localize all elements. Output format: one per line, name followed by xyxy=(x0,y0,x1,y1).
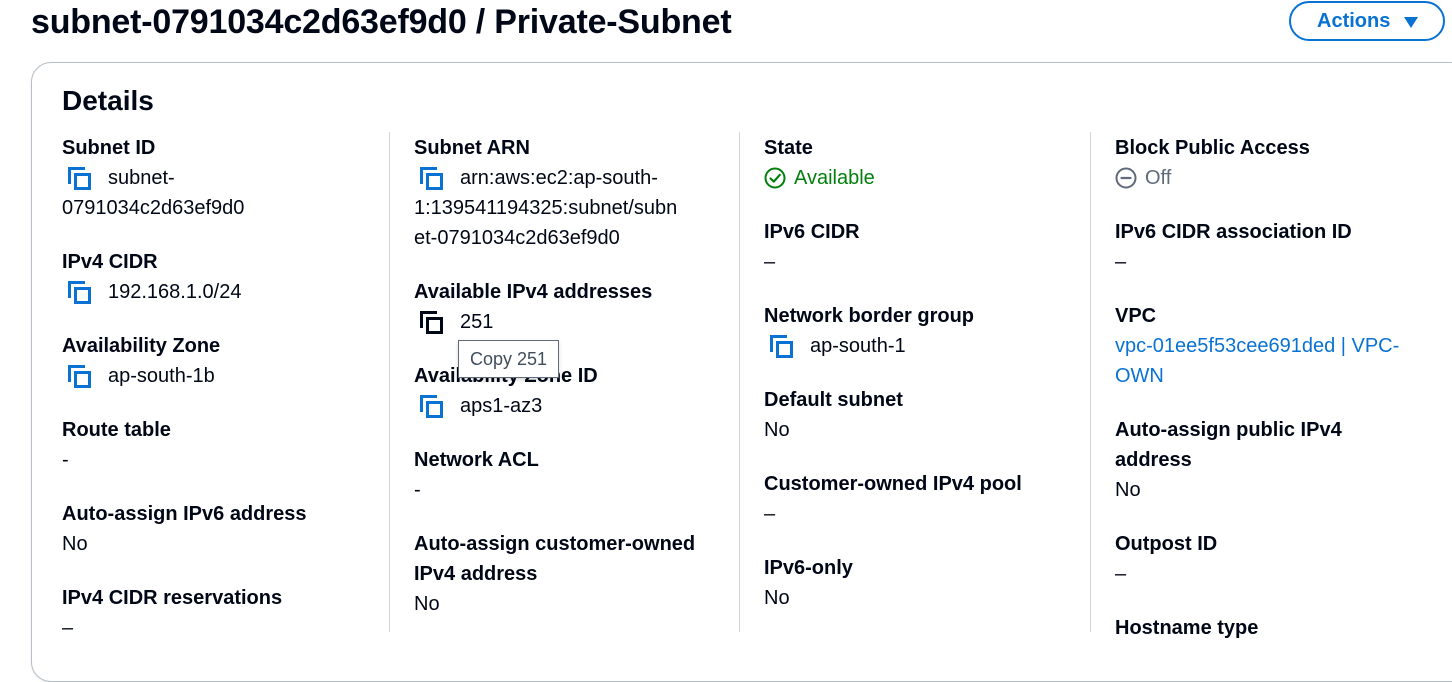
block-public-access-value: Off xyxy=(1145,167,1172,189)
field-auto-assign-public-ipv4: Auto-assign public IPv4 address No xyxy=(1115,415,1435,505)
field-route-table: Route table - xyxy=(62,415,372,475)
coip-pool-value: – xyxy=(764,503,776,525)
subnet-id-line2: 0791034c2d63ef9d0 xyxy=(62,197,245,219)
vpc-link-line1[interactable]: vpc-01ee5f53cee691ded | VPC- xyxy=(1115,331,1435,361)
column-divider xyxy=(1090,132,1091,632)
block-public-access-status: Off xyxy=(1115,163,1435,193)
ipv6-only-label: IPv6-only xyxy=(764,557,853,579)
vpc-link-line2[interactable]: OWN xyxy=(1115,361,1435,391)
copy-tooltip: Copy 251 xyxy=(458,340,559,378)
network-border-group-label: Network border group xyxy=(764,305,975,327)
subnet-arn-line3: et-0791034c2d63ef9d0 xyxy=(414,227,620,249)
default-subnet-label: Default subnet xyxy=(764,389,903,411)
copy-icon[interactable] xyxy=(420,395,443,418)
actions-button-label: Actions xyxy=(1317,9,1391,32)
auto-assign-coip-value: No xyxy=(414,593,440,615)
field-ipv4-cidr: IPv4 CIDR 192.168.1.0/24 xyxy=(62,247,372,307)
state-value: Available xyxy=(794,167,875,189)
available-ipv4-value: 251 xyxy=(460,311,494,333)
details-column-3: State Available IPv6 CIDR – Network bord… xyxy=(764,133,1074,637)
auto-assign-ipv6-value: No xyxy=(62,533,88,555)
subnet-arn-line1: arn:aws:ec2:ap-south- xyxy=(460,167,658,189)
page-title: subnet-0791034c2d63ef9d0 / Private-Subne… xyxy=(31,3,732,41)
copy-icon[interactable] xyxy=(68,365,91,388)
field-ipv6-only: IPv6-only No xyxy=(764,553,1074,613)
field-available-ipv4: Available IPv4 addresses 251 xyxy=(414,277,724,337)
field-ipv4-cidr-reservations: IPv4 CIDR reservations – xyxy=(62,583,372,643)
check-circle-icon xyxy=(764,167,786,189)
field-ipv6-association-id: IPv6 CIDR association ID – xyxy=(1115,217,1435,277)
auto-assign-public-ipv4-label-line2: address xyxy=(1115,449,1192,471)
copy-icon[interactable] xyxy=(420,167,443,190)
copy-icon[interactable] xyxy=(770,335,793,358)
state-status: Available xyxy=(764,163,1074,193)
auto-assign-coip-label-line1: Auto-assign customer-owned xyxy=(414,533,696,555)
ipv6-association-id-label: IPv6 CIDR association ID xyxy=(1115,221,1352,243)
off-circle-icon xyxy=(1115,167,1137,189)
route-table-value: - xyxy=(62,449,69,471)
field-network-acl: Network ACL - xyxy=(414,445,724,505)
field-default-subnet: Default subnet No xyxy=(764,385,1074,445)
state-label: State xyxy=(764,137,813,159)
ipv6-cidr-label: IPv6 CIDR xyxy=(764,221,860,243)
column-divider xyxy=(389,132,390,632)
availability-zone-id-value: aps1-az3 xyxy=(460,395,543,417)
network-border-group-value: ap-south-1 xyxy=(810,335,906,357)
ipv4-cidr-reservations-value: – xyxy=(62,617,74,639)
field-ipv6-cidr: IPv6 CIDR – xyxy=(764,217,1074,277)
auto-assign-coip-label-line2: IPv4 address xyxy=(414,563,538,585)
available-ipv4-label: Available IPv4 addresses xyxy=(414,281,653,303)
ipv4-cidr-reservations-label: IPv4 CIDR reservations xyxy=(62,587,283,609)
details-title: Details xyxy=(62,85,154,116)
ipv6-cidr-value: – xyxy=(764,251,776,273)
subnet-arn-label: Subnet ARN xyxy=(414,137,530,159)
network-acl-label: Network ACL xyxy=(414,449,539,471)
field-vpc: VPC vpc-01ee5f53cee691ded | VPC- OWN xyxy=(1115,301,1435,391)
field-auto-assign-ipv6: Auto-assign IPv6 address No xyxy=(62,499,372,559)
details-column-1: Subnet ID subnet- 0791034c2d63ef9d0 IPv4… xyxy=(62,133,372,667)
field-subnet-arn: Subnet ARN arn:aws:ec2:ap-south- 1:13954… xyxy=(414,133,724,253)
auto-assign-public-ipv4-label-line1: Auto-assign public IPv4 xyxy=(1115,419,1342,441)
hostname-type-label: Hostname type xyxy=(1115,617,1259,639)
auto-assign-ipv6-label: Auto-assign IPv6 address xyxy=(62,503,307,525)
subnet-id-line1: subnet- xyxy=(108,167,175,189)
ipv6-association-id-value: – xyxy=(1115,251,1127,273)
network-acl-value: - xyxy=(414,479,421,501)
copy-icon[interactable] xyxy=(68,281,91,304)
copy-icon[interactable] xyxy=(68,167,91,190)
default-subnet-value: No xyxy=(764,419,790,441)
caret-down-icon xyxy=(1404,16,1419,28)
field-outpost-id: Outpost ID – xyxy=(1115,529,1435,589)
subnet-arn-line2: 1:139541194325:subnet/subn xyxy=(414,197,678,219)
actions-button[interactable]: Actions xyxy=(1289,1,1445,41)
field-subnet-id: Subnet ID subnet- 0791034c2d63ef9d0 xyxy=(62,133,372,223)
field-hostname-type: Hostname type xyxy=(1115,613,1435,643)
availability-zone-label: Availability Zone xyxy=(62,335,221,357)
route-table-label: Route table xyxy=(62,419,171,441)
outpost-id-value: – xyxy=(1115,563,1127,585)
field-block-public-access: Block Public Access Off xyxy=(1115,133,1435,193)
subnet-id-label: Subnet ID xyxy=(62,137,156,159)
auto-assign-public-ipv4-value: No xyxy=(1115,479,1141,501)
field-network-border-group: Network border group ap-south-1 xyxy=(764,301,1074,361)
availability-zone-value: ap-south-1b xyxy=(108,365,215,387)
copy-icon[interactable] xyxy=(420,311,443,334)
details-column-4: Block Public Access Off IPv6 CIDR associ… xyxy=(1115,133,1435,667)
ipv6-only-value: No xyxy=(764,587,790,609)
field-coip-pool: Customer-owned IPv4 pool – xyxy=(764,469,1074,529)
field-state: State Available xyxy=(764,133,1074,193)
coip-pool-label: Customer-owned IPv4 pool xyxy=(764,473,1022,495)
column-divider xyxy=(739,132,740,632)
field-auto-assign-coip: Auto-assign customer-owned IPv4 address … xyxy=(414,529,724,619)
ipv4-cidr-value: 192.168.1.0/24 xyxy=(108,281,242,303)
block-public-access-label: Block Public Access xyxy=(1115,137,1310,159)
vpc-label: VPC xyxy=(1115,305,1157,327)
ipv4-cidr-label: IPv4 CIDR xyxy=(62,251,158,273)
outpost-id-label: Outpost ID xyxy=(1115,533,1218,555)
details-column-2: Subnet ARN arn:aws:ec2:ap-south- 1:13954… xyxy=(414,133,724,643)
field-availability-zone: Availability Zone ap-south-1b xyxy=(62,331,372,391)
